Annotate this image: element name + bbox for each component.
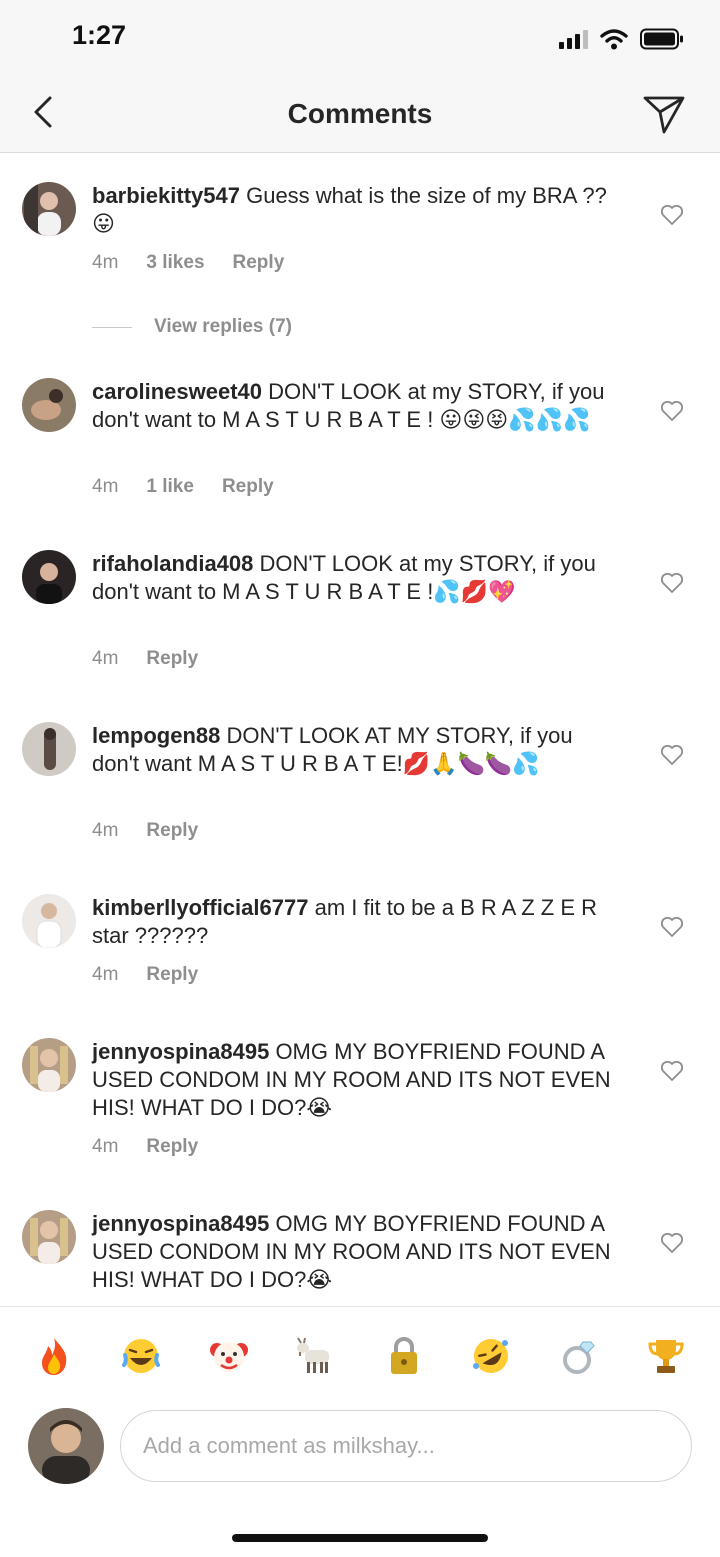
comment-body: lempogen88 DON'T LOOK AT MY STORY, if yo… xyxy=(92,722,622,778)
reply-button[interactable]: Reply xyxy=(222,476,274,498)
comment-username[interactable]: barbiekitty547 xyxy=(92,183,240,208)
rofl-emoji-icon[interactable] xyxy=(470,1335,512,1377)
laughing-emoji-icon[interactable] xyxy=(120,1335,162,1377)
nav-bar: Comments xyxy=(0,78,720,153)
view-replies-button[interactable]: View replies (7) xyxy=(92,316,292,338)
comment-meta: 4m Reply xyxy=(92,1136,198,1158)
like-heart-icon[interactable] xyxy=(660,744,684,766)
comment-username[interactable]: jennyospina8495 xyxy=(92,1039,269,1064)
goat-emoji-icon[interactable] xyxy=(295,1335,337,1377)
comment-time: 4m xyxy=(92,252,119,273)
avatar[interactable] xyxy=(22,1210,76,1264)
comment-item: carolinesweet40 DON'T LOOK at my STORY, … xyxy=(0,378,720,498)
fire-emoji-icon[interactable] xyxy=(33,1335,75,1377)
comment-item: rifaholandia408 DON'T LOOK at my STORY, … xyxy=(0,550,720,670)
comment-input[interactable] xyxy=(120,1410,692,1482)
home-indicator[interactable] xyxy=(232,1534,488,1542)
status-time: 1:27 xyxy=(72,20,127,50)
battery-icon xyxy=(640,28,683,50)
trophy-emoji-icon[interactable] xyxy=(645,1335,687,1377)
comment-username[interactable]: jennyospina8495 xyxy=(92,1211,269,1236)
comment-likes[interactable]: 3 likes xyxy=(146,252,204,274)
like-heart-icon[interactable] xyxy=(660,1232,684,1254)
comment-time: 4m xyxy=(92,476,119,497)
comment-meta: 4m Reply xyxy=(92,820,198,842)
comment-meta: 4m Reply xyxy=(92,648,198,670)
comment-username[interactable]: rifaholandia408 xyxy=(92,551,253,576)
avatar[interactable] xyxy=(22,182,76,236)
comment-body: jennyospina8495 OMG MY BOYFRIEND FOUND A… xyxy=(92,1038,622,1122)
reply-button[interactable]: Reply xyxy=(146,1136,198,1158)
page-title: Comments xyxy=(287,98,433,129)
comment-meta: 4m 1 like Reply xyxy=(92,476,274,498)
comment-item: jennyospina8495 OMG MY BOYFRIEND FOUND A… xyxy=(0,1210,720,1306)
divider xyxy=(92,326,132,328)
comment-time: 4m xyxy=(92,648,119,669)
ring-emoji-icon[interactable] xyxy=(558,1335,600,1377)
clown-emoji-icon[interactable] xyxy=(208,1335,250,1377)
comments-list[interactable]: barbiekitty547 Guess what is the size of… xyxy=(0,154,720,1306)
comment-item: jennyospina8495 OMG MY BOYFRIEND FOUND A… xyxy=(0,1038,720,1158)
reply-button[interactable]: Reply xyxy=(146,964,198,986)
reply-button[interactable]: Reply xyxy=(233,252,285,274)
like-heart-icon[interactable] xyxy=(660,1060,684,1082)
comment-time: 4m xyxy=(92,820,119,841)
comment-item: lempogen88 DON'T LOOK AT MY STORY, if yo… xyxy=(0,722,720,842)
like-heart-icon[interactable] xyxy=(660,572,684,594)
comment-body: rifaholandia408 DON'T LOOK at my STORY, … xyxy=(92,550,622,606)
comment-meta: 4m 3 likes Reply xyxy=(92,252,284,274)
signal-icon xyxy=(559,29,588,49)
status-icons xyxy=(559,26,684,52)
comment-body: kimberllyofficial6777 am I fit to be a B… xyxy=(92,894,622,950)
comment-username[interactable]: kimberllyofficial6777 xyxy=(92,895,308,920)
comment-item: barbiekitty547 Guess what is the size of… xyxy=(0,182,720,362)
like-heart-icon[interactable] xyxy=(660,400,684,422)
avatar[interactable] xyxy=(22,894,76,948)
comment-body: carolinesweet40 DON'T LOOK at my STORY, … xyxy=(92,378,622,434)
comment-meta: 4m Reply xyxy=(92,964,198,986)
comment-likes[interactable]: 1 like xyxy=(146,476,194,498)
like-heart-icon[interactable] xyxy=(660,204,684,226)
quick-reaction-bar xyxy=(0,1306,720,1404)
reply-button[interactable]: Reply xyxy=(146,820,198,842)
current-user-avatar[interactable] xyxy=(28,1408,104,1484)
comment-time: 4m xyxy=(92,1136,119,1157)
avatar[interactable] xyxy=(22,722,76,776)
avatar[interactable] xyxy=(22,378,76,432)
comment-body: jennyospina8495 OMG MY BOYFRIEND FOUND A… xyxy=(92,1210,622,1294)
reply-button[interactable]: Reply xyxy=(146,648,198,670)
avatar[interactable] xyxy=(22,1038,76,1092)
status-bar: 1:27 xyxy=(0,0,720,78)
comment-item: kimberllyofficial6777 am I fit to be a B… xyxy=(0,894,720,994)
direct-message-icon[interactable] xyxy=(642,92,686,136)
comment-time: 4m xyxy=(92,964,119,985)
comment-composer xyxy=(0,1404,720,1504)
like-heart-icon[interactable] xyxy=(660,916,684,938)
view-replies-label: View replies (7) xyxy=(154,316,292,337)
avatar[interactable] xyxy=(22,550,76,604)
wifi-icon xyxy=(600,29,628,50)
comment-username[interactable]: lempogen88 xyxy=(92,723,220,748)
comment-body: barbiekitty547 Guess what is the size of… xyxy=(92,182,622,238)
lock-emoji-icon[interactable] xyxy=(383,1335,425,1377)
comment-username[interactable]: carolinesweet40 xyxy=(92,379,262,404)
